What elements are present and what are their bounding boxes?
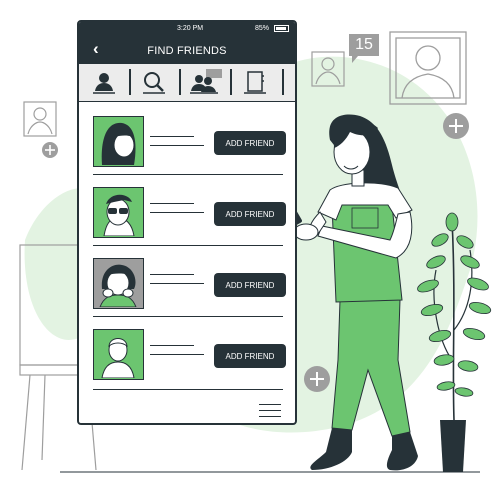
tab-profile[interactable] bbox=[82, 67, 126, 97]
row-divider bbox=[93, 245, 283, 247]
friend-list-item: ADD FRIEND bbox=[93, 258, 286, 318]
illustration-scene: 15 3:20 PM 85% ‹ FIND FRIENDS ADD FRIEND… bbox=[0, 0, 500, 500]
tab-divider bbox=[230, 69, 232, 95]
detail-placeholder-line bbox=[150, 145, 204, 147]
contacts-book-icon bbox=[244, 71, 266, 94]
name-placeholder-line bbox=[150, 274, 194, 276]
detail-placeholder-line bbox=[150, 354, 204, 356]
status-time: 3:20 PM bbox=[177, 25, 204, 32]
name-placeholder-line bbox=[150, 345, 194, 347]
tab-search[interactable] bbox=[132, 67, 176, 97]
add-friend-button[interactable]: ADD FRIEND bbox=[214, 344, 286, 368]
smiling-girl-avatar-icon bbox=[99, 264, 137, 308]
battery-icon bbox=[274, 25, 289, 32]
row-divider bbox=[93, 174, 283, 176]
add-friend-button[interactable]: ADD FRIEND bbox=[214, 131, 286, 155]
friend-avatar bbox=[93, 116, 144, 167]
group-chat-icon bbox=[190, 69, 222, 94]
phone-screen: 3:20 PM 85% ‹ FIND FRIENDS ADD FRIEND AD… bbox=[77, 20, 297, 425]
hamburger-menu-icon[interactable] bbox=[259, 402, 283, 420]
man-sunglasses-avatar-icon bbox=[103, 194, 135, 237]
man-silhouette-avatar-icon bbox=[101, 338, 135, 379]
title-bar: ‹ FIND FRIENDS bbox=[79, 36, 295, 64]
friend-list-item: ADD FRIEND bbox=[93, 187, 286, 247]
profile-card-left bbox=[23, 101, 57, 137]
battery-percent: 85% bbox=[254, 25, 269, 32]
tab-divider bbox=[129, 69, 131, 95]
woman-dark-hair-avatar-icon bbox=[101, 122, 136, 165]
friend-avatar bbox=[93, 187, 144, 238]
notification-badge: 15 bbox=[349, 34, 379, 56]
tab-bar bbox=[79, 64, 295, 102]
search-icon bbox=[143, 72, 165, 94]
row-divider bbox=[93, 316, 283, 318]
detail-placeholder-line bbox=[150, 212, 204, 214]
friend-avatar bbox=[93, 329, 144, 380]
tab-divider bbox=[282, 69, 284, 95]
tab-divider bbox=[179, 69, 181, 95]
name-placeholder-line bbox=[150, 136, 194, 138]
plus-circle-icon-bottom bbox=[304, 366, 330, 392]
status-bar: 3:20 PM 85% bbox=[79, 22, 295, 36]
menu-bar bbox=[259, 404, 281, 406]
menu-bar bbox=[259, 416, 281, 418]
plus-circle-icon-small bbox=[42, 142, 58, 158]
page-title: FIND FRIENDS bbox=[147, 45, 227, 57]
tab-friends[interactable] bbox=[182, 67, 226, 97]
add-friend-button[interactable]: ADD FRIEND bbox=[214, 273, 286, 297]
row-divider bbox=[93, 389, 283, 391]
add-friend-button[interactable]: ADD FRIEND bbox=[214, 202, 286, 226]
person-icon bbox=[93, 73, 115, 94]
tab-contacts[interactable] bbox=[233, 67, 277, 97]
friend-list-item: ADD FRIEND bbox=[93, 116, 286, 176]
friend-avatar bbox=[93, 258, 144, 309]
detail-placeholder-line bbox=[150, 283, 204, 285]
menu-bar bbox=[259, 410, 281, 412]
name-placeholder-line bbox=[150, 203, 194, 205]
plus-circle-icon bbox=[443, 113, 469, 139]
friend-list-item: ADD FRIEND bbox=[93, 329, 286, 391]
